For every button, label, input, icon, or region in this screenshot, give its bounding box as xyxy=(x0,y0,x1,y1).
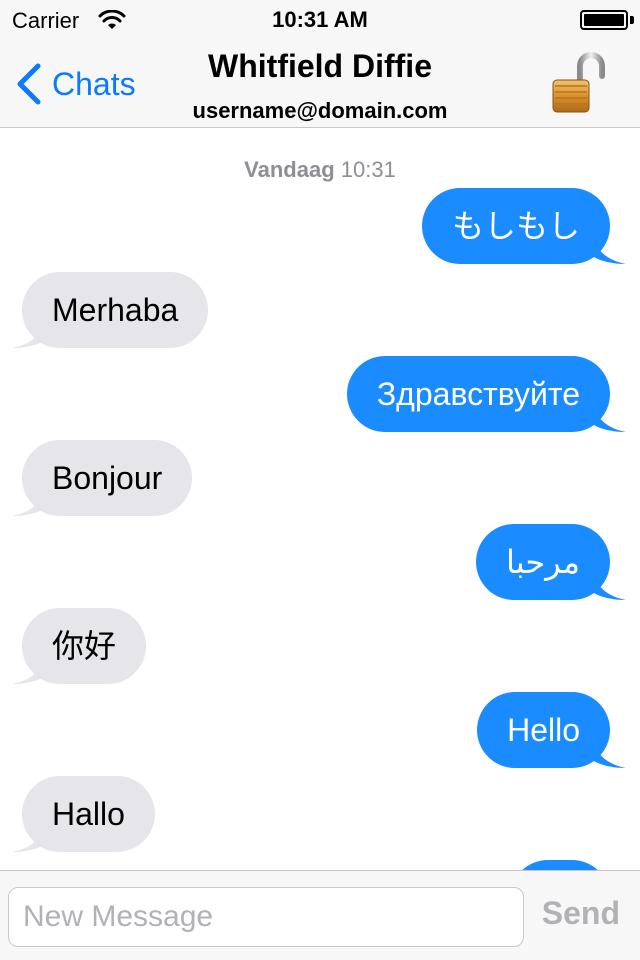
outgoing-message-bubble[interactable]: Здравствуйте xyxy=(346,356,623,432)
battery-fill xyxy=(584,14,624,26)
incoming-message-bubble[interactable]: Bonjour xyxy=(22,440,193,516)
timestamp-day: Vandaag xyxy=(244,157,335,182)
unlocked-padlock-icon[interactable] xyxy=(550,52,608,114)
outgoing-message-bubble[interactable]: Hello xyxy=(477,692,622,768)
battery-tip xyxy=(630,16,634,24)
contact-address: username@domain.com xyxy=(192,98,448,123)
status-bar: Carrier 10:31 AM xyxy=(0,0,640,40)
incoming-message-bubble[interactable]: Merhaba xyxy=(22,272,209,348)
outgoing-message-bubble[interactable]: もしもし xyxy=(421,188,623,264)
incoming-message-bubble[interactable]: Hallo xyxy=(22,776,155,852)
message-list[interactable]: Vandaag 10:31 もしもし Merhaba Здравствуйте Bon… xyxy=(0,129,640,870)
outgoing-message-bubble[interactable]: مرحبا xyxy=(476,524,622,600)
conversation-timestamp: Vandaag 10:31 xyxy=(0,157,640,183)
send-button[interactable]: Send xyxy=(542,895,620,932)
composer-bar: Send xyxy=(0,870,640,960)
battery-icon xyxy=(580,10,628,30)
outgoing-message-bubble-partial[interactable] xyxy=(510,860,610,870)
status-time: 10:31 AM xyxy=(272,7,368,32)
new-message-input[interactable] xyxy=(8,887,524,947)
incoming-message-bubble[interactable]: 你好 xyxy=(22,608,147,684)
contact-name: Whitfield Diffie xyxy=(208,48,432,84)
timestamp-time: 10:31 xyxy=(340,157,396,182)
